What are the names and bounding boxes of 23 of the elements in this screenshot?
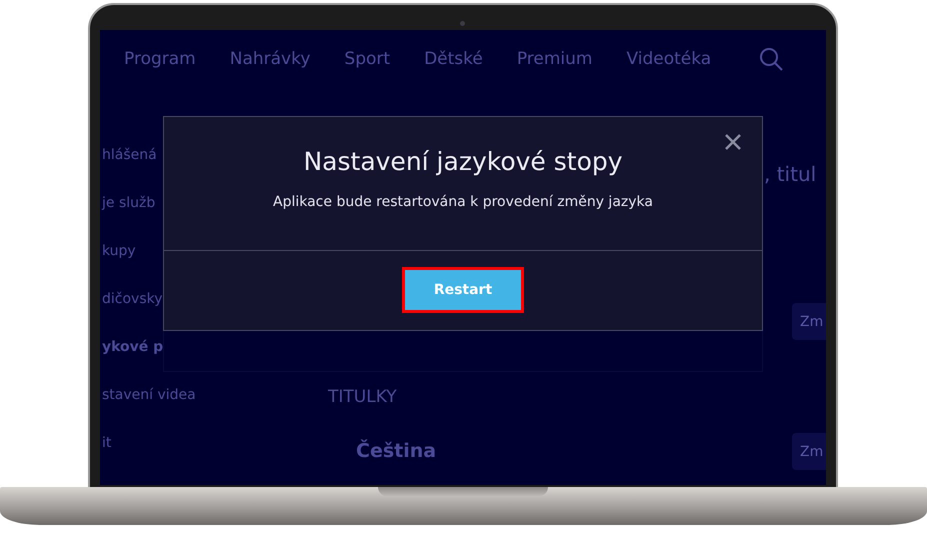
sidebar-item[interactable]: dičovsky xyxy=(102,290,163,309)
search-icon[interactable] xyxy=(759,47,784,71)
nav-item[interactable]: Program xyxy=(124,49,196,69)
sidebar-item[interactable]: je služb xyxy=(102,194,156,213)
nav-item[interactable]: Nahrávky xyxy=(230,49,310,69)
restart-button[interactable]: Restart xyxy=(405,270,521,310)
camera-icon xyxy=(460,21,465,26)
section-label: TITULKY xyxy=(328,387,397,407)
sidebar-item[interactable]: ykové p xyxy=(102,338,164,357)
sidebar-item[interactable]: stavení videa xyxy=(102,386,196,405)
sidebar-item[interactable]: it xyxy=(102,434,112,453)
subtitle-text: , titul xyxy=(764,162,816,186)
nav-item[interactable]: Videotéka xyxy=(626,49,712,69)
dialog-message: Aplikace bude restartována k provedení změny jazyka xyxy=(273,194,653,210)
nav-item[interactable]: Sport xyxy=(344,49,390,69)
sidebar-item[interactable]: hlášená xyxy=(102,146,157,165)
nav-item[interactable]: Dětské xyxy=(424,49,483,69)
change-button[interactable]: Zm xyxy=(792,303,826,340)
nav-item[interactable]: Premium xyxy=(516,49,592,69)
language-value: Čeština xyxy=(356,440,436,462)
dialog-title: Nastavení jazykové stopy xyxy=(303,147,623,176)
change-button[interactable]: Zm xyxy=(792,433,826,470)
sidebar-item[interactable]: kupy xyxy=(102,242,136,261)
